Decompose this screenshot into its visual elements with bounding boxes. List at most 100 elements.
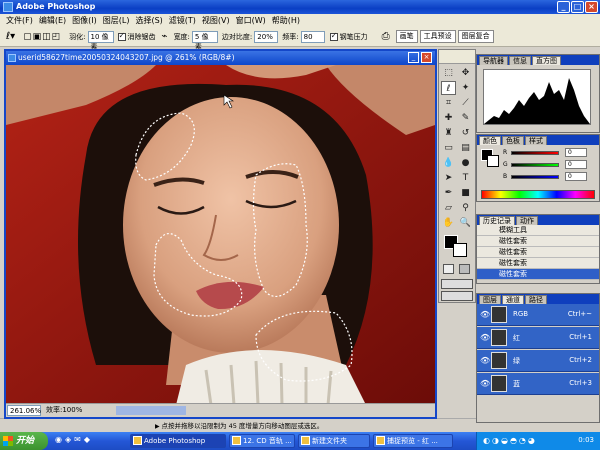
start-button[interactable]: 开始 (0, 432, 48, 450)
channel-row-red[interactable]: 👁 红 Ctrl+1 (477, 327, 599, 349)
tab-color[interactable]: 颜色 (479, 136, 501, 145)
channel-row-rgb[interactable]: 👁 RGB Ctrl+~ (477, 304, 599, 326)
menu-view[interactable]: 视图(V) (199, 15, 233, 26)
maximize-button[interactable]: □ (571, 1, 584, 13)
color-spectrum-bar[interactable] (481, 190, 595, 199)
gradient-icon[interactable]: ▤ (458, 141, 473, 155)
channel-shortcut: Ctrl+~ (567, 310, 592, 318)
tab-histogram[interactable]: 直方图 (532, 56, 561, 65)
background-color-swatch[interactable] (453, 243, 467, 257)
history-item[interactable]: 模糊工具 (477, 225, 599, 236)
tray-icons[interactable]: ◐◑◒◓◔◕ (483, 436, 537, 445)
printer-icon[interactable]: ⎙ (382, 31, 390, 42)
doc-close-button[interactable]: × (421, 52, 432, 63)
menu-window[interactable]: 窗口(W) (233, 15, 269, 26)
pen-pressure-checkbox[interactable]: 钢笔压力 (329, 31, 368, 42)
r-value[interactable]: 0 (565, 148, 587, 157)
menu-layer[interactable]: 图层(L) (100, 15, 133, 26)
magnetic-lasso-icon: ⌁ (161, 31, 168, 42)
notes-icon[interactable]: ▱ (441, 201, 456, 215)
type-icon[interactable]: T (458, 171, 473, 185)
pen-icon[interactable]: ✒ (441, 186, 456, 200)
document-status-bar: 261.06% 效率:100% (6, 403, 435, 417)
healing-icon[interactable]: ✚ (441, 111, 456, 125)
task-new-folder[interactable]: 新建文件夹 (298, 434, 370, 448)
history-item-selected[interactable]: 磁性套索 (477, 269, 599, 280)
slice-icon[interactable]: ⟋ (458, 96, 473, 110)
color-bg-swatch[interactable] (487, 155, 499, 167)
menu-select[interactable]: 选择(S) (132, 15, 165, 26)
close-button[interactable]: × (585, 1, 598, 13)
lasso-tool-preset-icon[interactable]: ℓ▾ (6, 31, 15, 42)
task-cd-track[interactable]: 12. CD 音轨 ... (229, 434, 295, 448)
channel-row-blue[interactable]: 👁 蓝 Ctrl+3 (477, 373, 599, 395)
tab-styles[interactable]: 样式 (525, 136, 547, 145)
tab-tool-presets[interactable]: 工具预设 (419, 30, 456, 43)
zoom-icon[interactable]: 🔍 (458, 216, 473, 230)
width-field[interactable]: 5 像素 (191, 30, 218, 51)
channel-row-green[interactable]: 👁 绿 Ctrl+2 (477, 350, 599, 372)
g-value[interactable]: 0 (565, 160, 587, 169)
tab-actions[interactable]: 动作 (516, 216, 538, 225)
feather-field[interactable]: 10 像素 (87, 30, 114, 51)
lasso-icon[interactable]: ℓ (441, 81, 456, 95)
eye-icon[interactable]: 👁 (480, 356, 490, 365)
doc-minimize-button[interactable]: _ (408, 52, 419, 63)
document-title-bar[interactable]: userid58627time20050324043207.jpg @ 261%… (6, 51, 435, 65)
stamp-icon[interactable]: ♜ (441, 126, 456, 140)
marquee-icon[interactable]: ⬚ (441, 66, 456, 80)
brush-icon[interactable]: ✎ (458, 111, 473, 125)
tab-layers[interactable]: 图层 (479, 295, 501, 304)
blur-icon[interactable]: 💧 (441, 156, 456, 170)
screen-mode-icons[interactable] (441, 279, 473, 289)
task-capture-preview[interactable]: 捕捉预览 - 红 ... (373, 434, 453, 448)
tab-paths[interactable]: 路径 (525, 295, 547, 304)
zoom-field[interactable]: 261.06% (7, 405, 41, 416)
selection-mode-icons[interactable]: ▢▣◫◰ (23, 32, 61, 42)
frequency-field[interactable]: 80 (300, 30, 325, 43)
shape-icon[interactable]: ■ (458, 186, 473, 200)
edge-contrast-field[interactable]: 20% (254, 30, 279, 43)
menu-edit[interactable]: 编辑(E) (36, 15, 69, 26)
eye-icon[interactable]: 👁 (480, 310, 490, 319)
tab-layer-comps[interactable]: 图层复合 (457, 30, 494, 43)
tab-channels[interactable]: 通道 (502, 295, 524, 304)
hand-icon[interactable]: ✋ (441, 216, 456, 230)
tab-info[interactable]: 信息 (509, 56, 531, 65)
dodge-icon[interactable]: ● (458, 156, 473, 170)
path-select-icon[interactable]: ➤ (441, 171, 456, 185)
tab-history[interactable]: 历史记录 (479, 216, 515, 225)
antialias-checkbox[interactable]: 消除锯齿 (117, 31, 156, 42)
horizontal-scrollbar[interactable] (116, 406, 186, 415)
history-item[interactable]: 磁性套索 (477, 258, 599, 269)
quick-launch-icons[interactable]: ◉◈✉◆ (55, 435, 115, 447)
b-slider[interactable] (511, 175, 559, 179)
jump-to-imageready-icon[interactable] (441, 291, 473, 301)
menu-help[interactable]: 帮助(H) (269, 15, 303, 26)
menu-filter[interactable]: 滤镜(T) (166, 15, 199, 26)
tab-navigator[interactable]: 导航器 (479, 56, 508, 65)
crop-icon[interactable]: ⌗ (441, 96, 456, 110)
task-photoshop[interactable]: Adobe Photoshop (130, 434, 226, 448)
eye-icon[interactable]: 👁 (480, 333, 490, 342)
menu-file[interactable]: 文件(F) (3, 15, 36, 26)
r-slider[interactable] (511, 151, 559, 155)
eye-icon[interactable]: 👁 (480, 379, 490, 388)
magic-wand-icon[interactable]: ✦ (458, 81, 473, 95)
move-icon[interactable]: ✥ (458, 66, 473, 80)
menu-image[interactable]: 图像(I) (69, 15, 100, 26)
minimize-button[interactable]: _ (557, 1, 570, 13)
channel-name: 红 (513, 334, 520, 342)
b-value[interactable]: 0 (565, 172, 587, 181)
g-slider[interactable] (511, 163, 559, 167)
eyedropper-icon[interactable]: ⚲ (458, 201, 473, 215)
tab-swatches[interactable]: 色板 (502, 136, 524, 145)
image-canvas[interactable] (6, 65, 435, 405)
tab-brushes[interactable]: 画笔 (395, 30, 418, 43)
history-item[interactable]: 磁性套索 (477, 236, 599, 247)
quick-mask-icon[interactable] (459, 264, 470, 274)
eraser-icon[interactable]: ▭ (441, 141, 456, 155)
standard-mode-icon[interactable] (443, 264, 454, 274)
history-brush-icon[interactable]: ↺ (458, 126, 473, 140)
history-item[interactable]: 磁性套索 (477, 247, 599, 258)
